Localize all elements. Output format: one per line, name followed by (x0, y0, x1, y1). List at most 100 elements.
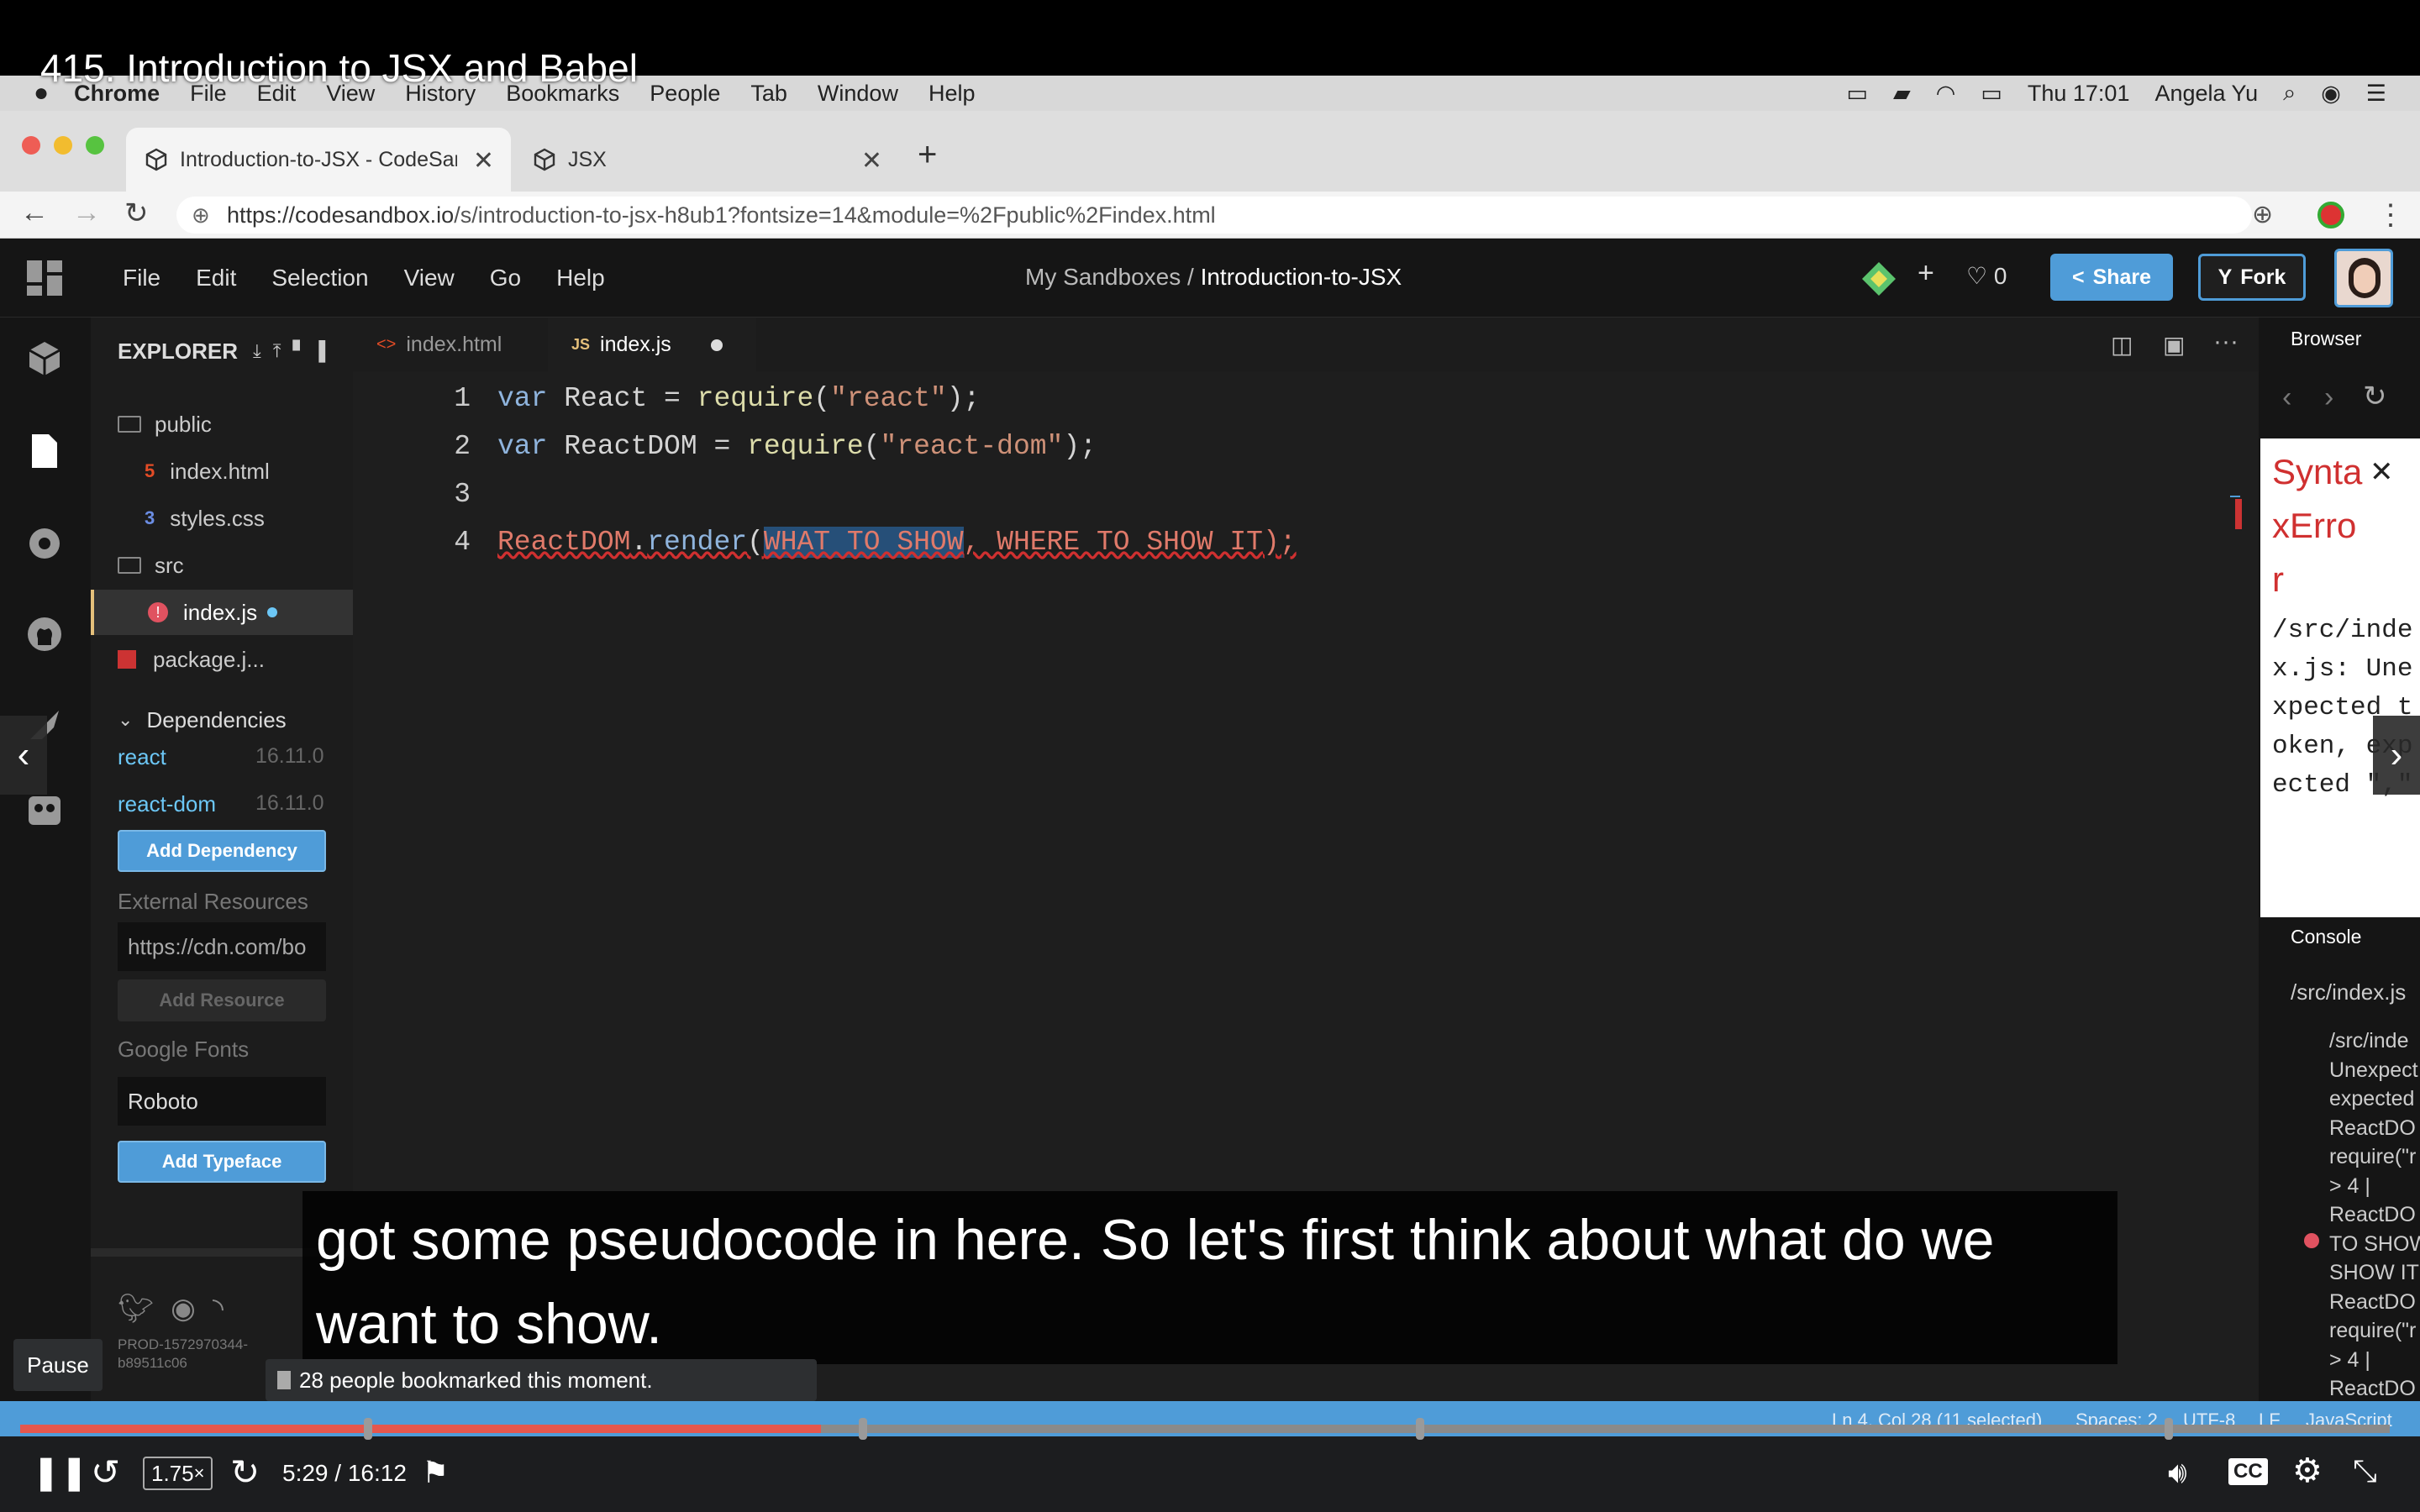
previous-lecture-button[interactable]: ‹ (0, 716, 47, 795)
code-line-1[interactable]: var React = require("react"); (497, 383, 980, 414)
csb-menu-view[interactable]: View (404, 265, 455, 291)
add-bookmark-button[interactable]: ⚑ (422, 1455, 449, 1490)
chrome-tab-codesandbox[interactable]: Introduction-to-JSX - CodeSand ✕ (126, 128, 511, 192)
spectrum-icon[interactable]: ◝ (213, 1292, 224, 1326)
file-explorer-icon[interactable] (25, 432, 64, 470)
add-bookmark-icon[interactable]: ⊕ (2252, 200, 2273, 229)
close-error-icon[interactable]: ✕ (2370, 455, 2394, 489)
notification-icon[interactable]: ▰ (1893, 81, 1911, 107)
forward-icon[interactable]: ↻ (230, 1452, 260, 1493)
twitter-icon[interactable]: 🐦︎ (118, 1292, 154, 1326)
add-typeface-button[interactable]: Add Typeface (118, 1141, 326, 1183)
sandbox-name[interactable]: Introduction-to-JSX (1201, 264, 1402, 290)
battery-icon[interactable]: ▭ (1981, 81, 2002, 107)
captions-icon[interactable]: CC (2228, 1458, 2268, 1485)
spotlight-icon[interactable]: ⌕ (2283, 80, 2296, 107)
sandbox-info-icon[interactable] (25, 339, 64, 378)
editor-tab-index-js[interactable]: JS index.js (548, 318, 756, 371)
dashboard-icon[interactable] (27, 260, 62, 296)
code-line-4[interactable]: ReactDOM.render(WHAT TO SHOW, WHERE TO S… (497, 527, 1297, 558)
playback-speed-button[interactable]: 1.75 × (143, 1457, 213, 1490)
video-icon[interactable]: ▭ (1847, 81, 1869, 107)
bookmark-marker[interactable] (1415, 1418, 1424, 1440)
bookmark-marker[interactable] (363, 1418, 372, 1440)
menubar-item-people[interactable]: People (650, 81, 720, 107)
new-folder-icon[interactable]: ▌ (318, 340, 332, 362)
open-preview-icon[interactable]: ▣ (2163, 331, 2185, 359)
close-window-button[interactable] (22, 136, 40, 155)
menubar-clock[interactable]: Thu 17:01 (2028, 81, 2130, 107)
reload-icon[interactable]: ↻ (124, 197, 149, 230)
share-button[interactable]: < Share (2050, 254, 2173, 301)
preview-refresh-icon[interactable]: ↻ (2363, 380, 2387, 413)
close-tab-icon[interactable]: ✕ (473, 146, 494, 176)
google-font-input[interactable]: Roboto (118, 1077, 326, 1126)
new-file-icon[interactable]: ▘ (293, 340, 308, 362)
chrome-menu-icon[interactable]: ⋮ (2376, 198, 2405, 232)
preview-forward-icon[interactable]: › (2324, 381, 2333, 414)
exit-fullscreen-icon[interactable]: ⤡ (2353, 1453, 2377, 1489)
maximize-window-button[interactable] (86, 136, 104, 155)
github-icon[interactable]: ◉ (171, 1292, 196, 1326)
download-icon[interactable]: ⤓ (253, 340, 261, 362)
address-bar[interactable]: ⊕ https://codesandbox.io/s/introduction-… (176, 197, 2252, 234)
unsaved-dot-icon[interactable] (711, 339, 723, 351)
back-icon[interactable]: ← (20, 197, 49, 229)
new-sandbox-button[interactable]: + (1918, 257, 1934, 290)
next-lecture-button[interactable]: › (2373, 716, 2420, 795)
live-collaboration-icon[interactable] (25, 791, 64, 830)
wifi-icon[interactable]: ◠ (1936, 81, 1956, 107)
more-actions-icon[interactable]: ··· (2213, 328, 2238, 356)
github-icon[interactable] (25, 615, 64, 654)
tree-item-styles-css[interactable]: 3 styles.css (91, 496, 353, 541)
notification-center-icon[interactable]: ☰ (2366, 81, 2386, 107)
console-tab-label[interactable]: Console (2291, 926, 2361, 948)
editor-tab-index-html[interactable]: <> index.html (353, 318, 548, 371)
volume-icon[interactable]: 🔊︎ (2168, 1455, 2187, 1491)
tree-item-index-js[interactable]: ! index.js (91, 590, 353, 635)
dependency-react[interactable]: react 16.11.0 (91, 734, 353, 780)
browser-tab-label[interactable]: Browser (2291, 328, 2361, 350)
csb-menu-help[interactable]: Help (556, 265, 605, 291)
new-tab-button[interactable]: + (918, 136, 937, 174)
like-button[interactable]: ♡ 0 (1966, 262, 2007, 290)
bookmark-marker[interactable] (859, 1418, 868, 1440)
tree-item-index-html[interactable]: 5 index.html (91, 449, 353, 494)
tree-item-src[interactable]: src (91, 543, 353, 588)
preview-back-icon[interactable]: ‹ (2282, 381, 2291, 414)
fork-button[interactable]: Y Fork (2198, 254, 2306, 301)
code-line-2[interactable]: var ReactDOM = require("react-dom"); (497, 431, 1097, 462)
menubar-item-tab[interactable]: Tab (750, 81, 787, 107)
menubar-item-window[interactable]: Window (818, 81, 898, 107)
forward-icon[interactable]: → (72, 197, 101, 229)
close-tab-icon[interactable]: ✕ (861, 146, 882, 176)
csb-menu-file[interactable]: File (123, 265, 160, 291)
menubar-user[interactable]: Angela Yu (2154, 81, 2258, 107)
settings-icon[interactable] (25, 524, 64, 563)
dependency-react-dom[interactable]: react-dom 16.11.0 (91, 781, 353, 827)
live-share-icon[interactable] (1860, 260, 1897, 297)
csb-menu-selection[interactable]: Selection (271, 265, 368, 291)
csb-menu-edit[interactable]: Edit (196, 265, 236, 291)
bookmark-marker[interactable] (2165, 1418, 2174, 1440)
add-resource-button[interactable]: Add Resource (118, 979, 326, 1021)
rewind-icon[interactable]: ↺ (91, 1452, 120, 1493)
csb-menu-go[interactable]: Go (490, 265, 521, 291)
split-editor-icon[interactable]: ◫ (2111, 331, 2133, 359)
settings-icon[interactable]: ⚙ (2292, 1452, 2323, 1490)
tree-item-package-json[interactable]: package.j... (91, 637, 353, 682)
upload-icon[interactable]: ⤒ (273, 340, 281, 362)
external-resource-input[interactable]: https://cdn.com/bo (118, 922, 326, 971)
tree-item-public[interactable]: public (91, 402, 353, 447)
menubar-item-help[interactable]: Help (929, 81, 976, 107)
breadcrumb-my-sandboxes[interactable]: My Sandboxes / (1025, 264, 1194, 290)
site-info-icon[interactable]: ⊕ (192, 197, 210, 234)
minimize-window-button[interactable] (54, 136, 72, 155)
extension-icon[interactable] (2317, 202, 2344, 228)
video-progress-bar[interactable] (20, 1418, 2390, 1440)
avatar[interactable] (2334, 249, 2393, 307)
pause-icon[interactable]: ❚❚ (32, 1453, 88, 1492)
add-dependency-button[interactable]: Add Dependency (118, 830, 326, 872)
siri-icon[interactable]: ◉ (2321, 81, 2341, 107)
chrome-tab-jsx[interactable]: JSX ✕ (514, 128, 899, 192)
